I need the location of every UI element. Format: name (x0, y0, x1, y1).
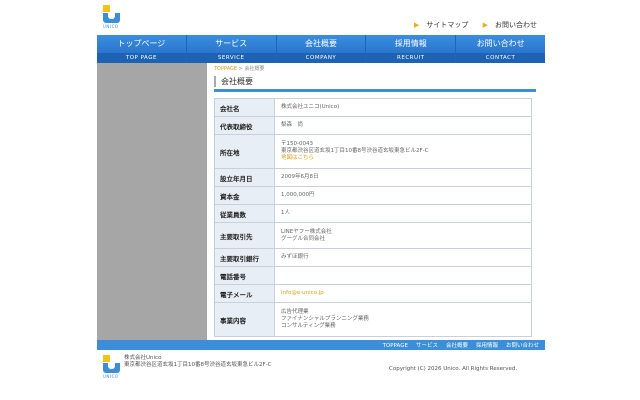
breadcrumb-current: 会社概要 (244, 66, 265, 72)
nav-label: トップページ (97, 35, 186, 53)
value-line: ファイナンシャルプランニング業務 (281, 316, 369, 322)
table-row: 事業内容 広告代理業 ファイナンシャルプランニング業務 コンサルティング業務 (214, 302, 532, 337)
footer-link[interactable]: TOPPAGE (383, 343, 408, 349)
main-content: TOPPAGE > 会社概要 会社概要 会社名 株式会社ユニコ(Unico) 代表取… (214, 63, 536, 337)
value-line: 1人 (281, 210, 290, 216)
global-nav: トップページ TOP PAGE サービス SERVICE 会社概要 COMPANY 採… (97, 35, 545, 63)
row-label: 代表取締役 (214, 116, 275, 135)
value-line: グーグル合同会社 (281, 235, 326, 242)
footer-logo[interactable]: UNICO (103, 355, 120, 379)
value-line: コンサルティング業務 (281, 323, 336, 329)
footer-link[interactable]: 採用情報 (476, 343, 498, 349)
row-label: 会社名 (214, 98, 275, 117)
footer-company-name: 株式会社Unico (124, 355, 162, 361)
value-line: 東京都渋谷区道玄坂1丁目10番8号渋谷道玄坂東急ビル2F-C (281, 148, 429, 154)
nav-sub-label: COMPANY (276, 53, 366, 63)
row-label: 主要取引先 (214, 222, 275, 249)
row-value: 1,000,000円 (274, 186, 532, 205)
value-line: 〒150-0043 (281, 141, 313, 147)
breadcrumb-home[interactable]: TOPPAGE (214, 66, 237, 72)
unico-logo[interactable]: UNICO (103, 5, 120, 29)
table-row: 主要取引先 LINEヤフー株式会社 グーグル合同会社 (214, 222, 532, 249)
breadcrumb: TOPPAGE > 会社概要 (214, 65, 536, 72)
row-value (274, 266, 532, 285)
sidebar (97, 63, 207, 341)
nav-item-company[interactable]: 会社概要 COMPANY (276, 35, 367, 63)
table-row: 設立年月日 2009年6月8日 (214, 168, 532, 187)
value-line: 2009年6月8日 (281, 174, 319, 180)
row-label: 電話番号 (214, 266, 275, 285)
table-row: 所在地 〒150-0043 東京都渋谷区道玄坂1丁目10番8号渋谷道玄坂東急ビル2F… (214, 134, 532, 169)
table-row: 代表取締役 梨森 尚 (214, 116, 532, 135)
nav-sub-label: TOP PAGE (97, 53, 186, 63)
row-value: 1人 (274, 204, 532, 223)
footer-address: 東京都渋谷区道玄坂1丁目10番8号渋谷道玄坂東急ビル2F-C (124, 362, 272, 368)
table-row: 資本金 1,000,000円 (214, 186, 532, 205)
page-title: 会社概要 (214, 76, 536, 87)
footer-nav: TOPPAGE サービス 会社概要 採用情報 お問い合わせ (97, 340, 545, 350)
value-line: 梨森 尚 (281, 122, 304, 128)
value-line: LINEヤフー株式会社 (281, 228, 332, 235)
row-value: 梨森 尚 (274, 116, 532, 135)
row-value: 広告代理業 ファイナンシャルプランニング業務 コンサルティング業務 (274, 302, 532, 337)
row-value: 株式会社ユニコ(Unico) (274, 98, 532, 117)
nav-item-contact[interactable]: お問い合わせ CONTACT (456, 35, 545, 63)
value-line: 株式会社ユニコ(Unico) (281, 104, 340, 110)
arrow-icon: ▶ (413, 21, 420, 29)
nav-label: 採用情報 (366, 35, 456, 53)
row-label: 従業員数 (214, 204, 275, 223)
contact-link[interactable]: ▶ お問い合わせ (477, 21, 537, 29)
copyright: Copyright (C) 2026 Unico. All Rights Res… (389, 366, 518, 372)
top-links: ▶ サイトマップ ▶ お問い合わせ (402, 20, 537, 30)
title-underline (214, 89, 536, 92)
row-label: 主要取引銀行 (214, 248, 275, 267)
arrow-icon: ▶ (482, 21, 488, 29)
nav-sub-label: CONTACT (456, 53, 545, 63)
footer-links: TOPPAGE サービス 会社概要 採用情報 お問い合わせ (375, 341, 539, 349)
value-line: 広告代理業 (281, 309, 309, 315)
value-link[interactable]: 地図はこちら (281, 155, 525, 162)
row-label: 事業内容 (214, 302, 275, 337)
row-value: 〒150-0043 東京都渋谷区道玄坂1丁目10番8号渋谷道玄坂東急ビル2F-C 地… (274, 134, 532, 169)
logo-text: UNICO (103, 24, 119, 29)
row-value: 2009年6月8日 (274, 168, 532, 187)
table-row: 電子メール info@e-unico.jp (214, 284, 532, 303)
table-row: 電話番号 (214, 266, 532, 285)
nav-sub-label: RECRUIT (366, 53, 456, 63)
nav-label: サービス (186, 35, 276, 53)
footer-link[interactable]: お問い合わせ (506, 343, 539, 349)
nav-item-service[interactable]: サービス SERVICE (186, 35, 277, 63)
page: UNICO ▶ サイトマップ ▶ お問い合わせ トップページ TOP PAGE サービ… (97, 0, 545, 400)
table-row: 従業員数 1人 (214, 204, 532, 223)
nav-sub-label: SERVICE (186, 53, 276, 63)
value-line: 1,000,000円 (281, 192, 315, 198)
row-label: 電子メール (214, 284, 275, 303)
footer-link[interactable]: 会社概要 (446, 343, 468, 349)
row-value: info@e-unico.jp (274, 284, 532, 303)
row-label: 資本金 (214, 186, 275, 205)
footer-company-info: 株式会社Unico 東京都渋谷区道玄坂1丁目10番8号渋谷道玄坂東急ビル2F-C (124, 355, 272, 369)
company-table: 会社名 株式会社ユニコ(Unico) 代表取締役 梨森 尚所在地 〒150-0043 東京… (214, 98, 532, 337)
nav-label: 会社概要 (276, 35, 366, 53)
row-value: みずほ銀行 (274, 248, 532, 267)
logo-text: UNICO (103, 374, 119, 379)
row-label: 所在地 (214, 134, 275, 169)
nav-item-recruit[interactable]: 採用情報 RECRUIT (366, 35, 457, 63)
table-row: 会社名 株式会社ユニコ(Unico) (214, 98, 532, 117)
table-row: 主要取引銀行 みずほ銀行 (214, 248, 532, 267)
footer-link[interactable]: サービス (416, 343, 438, 349)
row-label: 設立年月日 (214, 168, 275, 187)
sitemap-link[interactable]: ▶ サイトマップ (408, 21, 468, 29)
nav-item-top[interactable]: トップページ TOP PAGE (97, 35, 187, 63)
value-link[interactable]: info@e-unico.jp (281, 290, 525, 297)
value-line: みずほ銀行 (281, 254, 309, 260)
row-value: LINEヤフー株式会社 グーグル合同会社 (274, 222, 532, 249)
nav-label: お問い合わせ (456, 35, 545, 53)
